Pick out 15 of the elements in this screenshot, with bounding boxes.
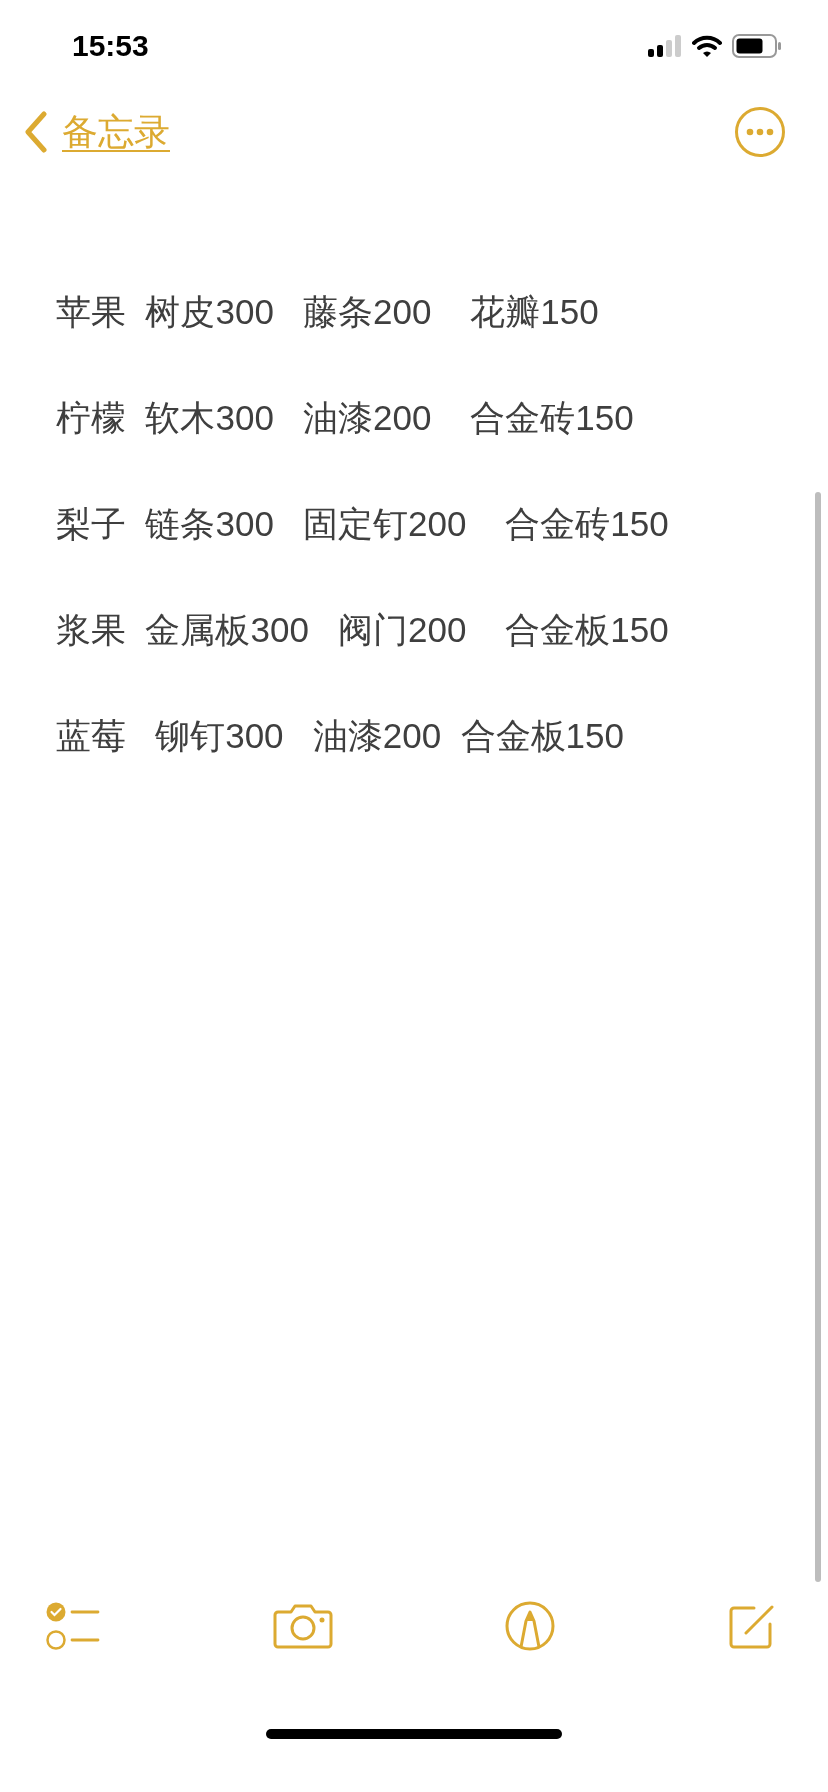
checklist-icon[interactable] bbox=[46, 1602, 100, 1650]
camera-icon[interactable] bbox=[272, 1603, 333, 1649]
note-line: 苹果 树皮300 藤条200 花瓣150 bbox=[56, 291, 600, 333]
back-button[interactable]: 备忘录 bbox=[24, 107, 170, 157]
signal-icon bbox=[648, 35, 682, 57]
note-line: 柠檬 软木300 油漆200 合金砖150 bbox=[56, 397, 635, 439]
note-line: 蓝莓 铆钉300 油漆200 合金板150 bbox=[56, 715, 625, 757]
note-line: 梨子 链条300 固定钉200 合金砖150 bbox=[56, 503, 670, 545]
battery-icon bbox=[732, 34, 782, 58]
wifi-icon bbox=[692, 35, 722, 57]
more-icon[interactable] bbox=[734, 106, 786, 158]
markup-icon[interactable] bbox=[505, 1601, 556, 1651]
note-line: 浆果 金属板300 阀门200 合金板150 bbox=[56, 609, 670, 651]
status-time: 15:53 bbox=[72, 29, 149, 63]
chevron-icon bbox=[24, 111, 48, 153]
